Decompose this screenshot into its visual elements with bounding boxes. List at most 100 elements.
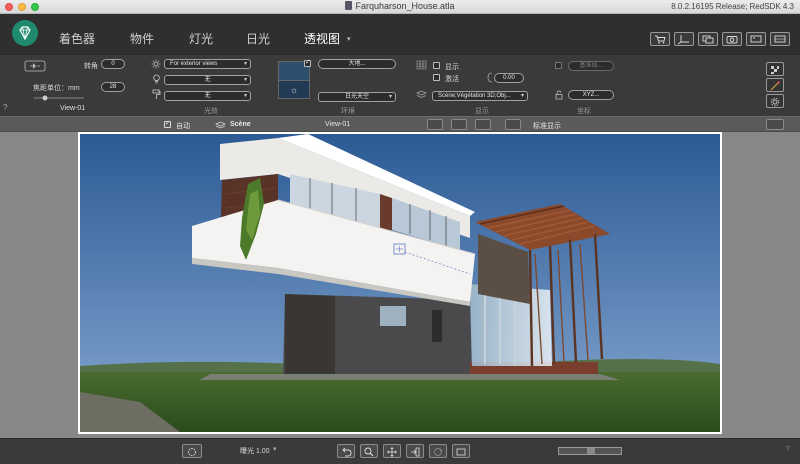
pan-button[interactable]: [383, 444, 401, 458]
lighting-section-label: 光效: [204, 108, 218, 115]
panel-toggle-button[interactable]: [766, 119, 784, 130]
settings-button[interactable]: [766, 94, 784, 108]
title-bar: Farquharson_House.atla 8.0.2.16195 Relea…: [0, 0, 800, 14]
axes-icon: [677, 35, 689, 45]
gear-icon: [770, 97, 780, 107]
sky-select[interactable]: 日光天空: [318, 92, 396, 102]
undo-icon: [342, 447, 352, 457]
cart-icon: [655, 35, 666, 44]
fit-icon: [456, 448, 466, 456]
tool-panel: 转角 0 焦距单位：mm 28 View-01 For exterior vie…: [0, 54, 800, 116]
app-window: Farquharson_House.atla 8.0.2.16195 Relea…: [0, 0, 800, 464]
walk-button[interactable]: [406, 444, 424, 458]
display-section-label: 显示: [475, 108, 489, 115]
frame-icon: [750, 35, 762, 43]
checker-icon: [771, 66, 779, 74]
frame-button[interactable]: [746, 32, 766, 46]
bottom-toolbar: 曝光 1.00 ▾ ?: [0, 438, 800, 464]
undo-view-button[interactable]: [337, 444, 355, 458]
rotation-field[interactable]: 0: [101, 59, 125, 69]
lock-icon: [555, 90, 563, 100]
show-label: 显示: [445, 64, 459, 71]
exposure-label: 曝光 1.00: [240, 448, 270, 455]
zoom-slider[interactable]: [558, 447, 622, 455]
environment-checkbox[interactable]: [304, 58, 311, 67]
tab-perspective[interactable]: 透视图: [304, 30, 340, 47]
focal-slider[interactable]: [33, 95, 85, 101]
standard-display-button[interactable]: [505, 119, 521, 130]
activate-label: 激活: [445, 76, 459, 83]
view-save-button[interactable]: [427, 119, 443, 130]
view-split-button[interactable]: [475, 119, 491, 130]
layers-icon: [416, 90, 427, 99]
strip-view-label: View-01: [325, 121, 351, 128]
checker-button[interactable]: [766, 62, 784, 76]
app-logo[interactable]: [12, 20, 38, 46]
tab-shaders[interactable]: 着色器: [59, 30, 95, 47]
activate-checkbox[interactable]: [433, 74, 440, 81]
auto-checkbox[interactable]: [164, 119, 171, 128]
environment-section-label: 环境: [341, 108, 355, 115]
render-viewport[interactable]: [78, 132, 722, 434]
windows-button[interactable]: [698, 32, 718, 46]
show-checkbox[interactable]: [433, 62, 440, 69]
house-render-image: [80, 134, 720, 432]
rotation-label: 转角: [84, 63, 98, 70]
camera-view-icon[interactable]: [24, 60, 46, 72]
zoom-slider-knob[interactable]: [587, 448, 595, 454]
scene-layers-icon: [215, 121, 226, 129]
door-icon: [411, 447, 420, 457]
wand-icon: [770, 81, 780, 91]
paint-roller-icon: [152, 89, 161, 100]
camera-icon: [726, 36, 738, 44]
pan-icon: [387, 447, 397, 457]
view-fit-button[interactable]: [451, 119, 467, 130]
base-checkbox[interactable]: [555, 62, 562, 69]
version-label: 8.0.2.16195 Release; RedSDK 4.3: [671, 2, 794, 11]
color-wand-button[interactable]: [766, 78, 784, 92]
render-icon: [774, 35, 786, 43]
view-name: View-01: [60, 105, 86, 112]
lighting-preset-select[interactable]: For exterior views: [164, 59, 251, 69]
grid-icon: [416, 60, 427, 70]
window-title: Farquharson_House.atla: [355, 1, 455, 11]
zoom-button[interactable]: [360, 444, 378, 458]
bottom-help-icon[interactable]: ?: [786, 446, 790, 453]
value-bracket-icon: [487, 72, 493, 83]
scene-layers-select[interactable]: Scène;Végétation 3D;Obj...: [432, 91, 528, 101]
exposure-button[interactable]: [182, 444, 202, 458]
standard-display-label: 标准显示: [533, 123, 561, 130]
gem-icon: [19, 26, 31, 41]
help-icon[interactable]: ?: [3, 103, 7, 112]
camera-button[interactable]: [722, 32, 742, 46]
view-status-strip: 自动 Scène View-01 标准显示: [0, 116, 800, 132]
tab-objects[interactable]: 物件: [130, 30, 154, 47]
bulb-icon: [152, 74, 161, 84]
magnifier-icon: [364, 447, 374, 457]
tab-sun[interactable]: 日光: [246, 30, 270, 47]
xyz-button[interactable]: XYZ...: [568, 90, 614, 100]
fit-view-button[interactable]: [452, 444, 470, 458]
document-icon: [345, 1, 353, 10]
ground-button[interactable]: 大地...: [318, 59, 396, 69]
render-button[interactable]: [770, 32, 790, 46]
lighting-option1-select[interactable]: 无: [164, 75, 251, 85]
tabs-bar: 着色器 物件 灯光 日光 透视图 ▾: [0, 14, 800, 54]
focal-field[interactable]: 28: [101, 82, 125, 92]
cart-button[interactable]: [650, 32, 670, 46]
base-line-button[interactable]: 基准线...: [568, 61, 614, 71]
exposure-dropdown-arrow[interactable]: ▾: [273, 445, 277, 453]
display-value-field[interactable]: 0.00: [494, 73, 524, 83]
aperture-icon: [188, 448, 196, 456]
orbit-icon: [434, 448, 443, 456]
focal-label: 焦距单位：mm: [33, 85, 80, 92]
orbit-button[interactable]: [429, 444, 447, 458]
windows-icon: [702, 35, 714, 44]
lighting-option2-select[interactable]: 无: [164, 91, 251, 101]
axes-button[interactable]: [674, 32, 694, 46]
coords-section-label: 坐标: [577, 108, 591, 115]
tab-dropdown-arrow[interactable]: ▾: [347, 35, 351, 43]
auto-label: 自动: [176, 123, 190, 130]
sun-icon: [151, 59, 161, 69]
tab-lights[interactable]: 灯光: [189, 30, 213, 47]
